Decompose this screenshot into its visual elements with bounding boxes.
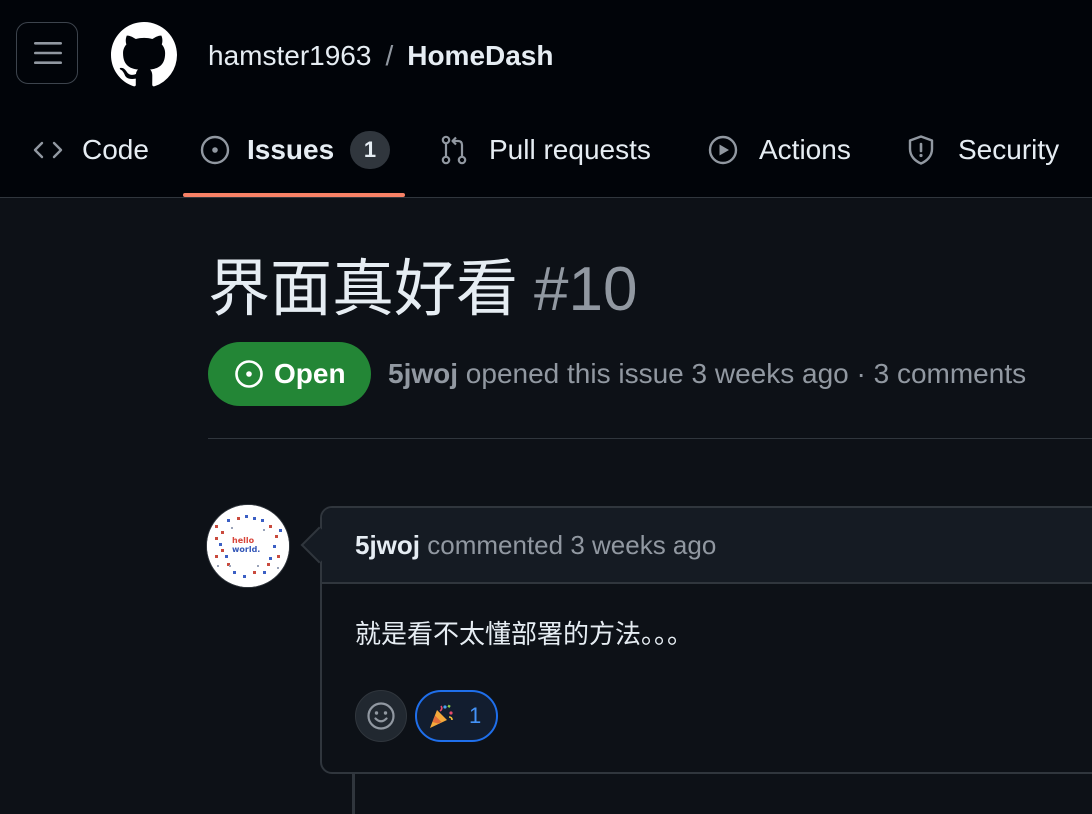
hamburger-icon — [34, 42, 62, 64]
shield-icon — [908, 135, 934, 165]
tab-actions-label: Actions — [759, 134, 851, 165]
tab-issues-label: Issues — [247, 134, 335, 165]
tab-actions[interactable]: Actions — [707, 120, 862, 180]
issue-title-text: 界面真好看 — [208, 255, 519, 324]
global-menu-button[interactable] — [16, 22, 78, 84]
repo-name-link[interactable]: HomeDash — [407, 40, 553, 71]
comment-author-link[interactable]: 5jwoj — [355, 530, 420, 560]
play-icon — [708, 135, 738, 165]
issue-opened-icon — [235, 360, 263, 388]
avatar-text-hello: hello — [232, 536, 255, 545]
issue-state-label: Open — [274, 358, 346, 389]
tab-security[interactable]: Security — [905, 120, 1075, 180]
issue-opened-icon — [200, 135, 230, 165]
comment-card: 5jwoj commented 3 weeks ago 就是看不太懂部署的方法。… — [320, 506, 1092, 774]
breadcrumb: hamster1963 / HomeDash — [208, 36, 553, 76]
repo-header: hamster1963 / HomeDash Code Issues 1 Pull … — [0, 0, 1092, 198]
add-reaction-button[interactable] — [355, 690, 407, 742]
breadcrumb-separator: / — [385, 40, 394, 71]
tab-pull-requests[interactable]: Pull requests — [438, 120, 663, 180]
issues-counter-badge: 1 — [350, 131, 390, 169]
header-divider — [208, 438, 1092, 439]
issue-number: #10 — [534, 255, 638, 324]
tab-code-label: Code — [82, 134, 149, 165]
git-pull-request-icon — [441, 135, 467, 165]
tab-code[interactable]: Code — [32, 120, 157, 180]
comment-header: 5jwoj commented 3 weeks ago — [322, 508, 1092, 584]
smiley-icon — [367, 702, 395, 730]
avatar[interactable]: hello world. — [207, 505, 289, 587]
repo-owner-link[interactable]: hamster1963 — [208, 40, 371, 71]
active-tab-indicator — [183, 193, 405, 197]
issue-author-link[interactable]: 5jwoj — [388, 358, 458, 389]
hello-world-avatar-image: hello world. — [207, 505, 289, 587]
issue-meta-text: opened this issue 3 weeks ago · 3 commen… — [465, 358, 1027, 389]
tada-icon — [430, 704, 453, 728]
issue-state-badge: Open — [208, 342, 371, 406]
comment-meta: 5jwoj commented 3 weeks ago — [355, 525, 716, 565]
github-mark-icon[interactable] — [111, 22, 177, 88]
comment-meta-text: commented 3 weeks ago — [427, 530, 717, 560]
tab-pull-requests-label: Pull requests — [489, 134, 651, 165]
reaction-tada-button[interactable]: 1 — [415, 690, 498, 742]
timeline-connector — [352, 774, 355, 814]
issue-meta: 5jwoj opened this issue 3 weeks ago · 3 … — [388, 354, 1026, 394]
comment-body: 就是看不太懂部署的方法。。。 — [355, 619, 694, 649]
reaction-count: 1 — [469, 703, 482, 728]
issue-title: 界面真好看 #10 — [208, 250, 637, 330]
tab-security-label: Security — [958, 134, 1060, 165]
code-icon — [33, 141, 63, 159]
avatar-text-world: world. — [232, 545, 260, 554]
